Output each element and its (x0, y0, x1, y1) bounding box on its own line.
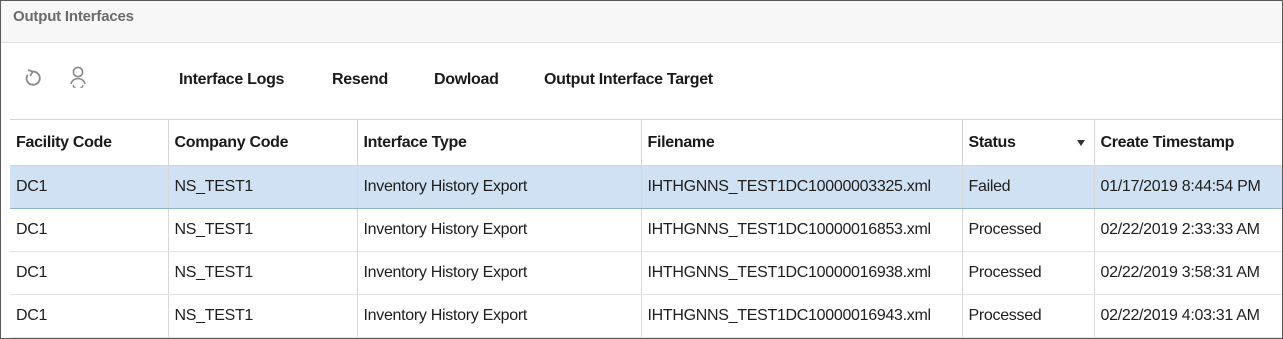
refresh-icon[interactable] (20, 65, 46, 91)
cell-create-timestamp: 02/22/2019 4:03:31 AM (1094, 294, 1282, 338)
column-header-company-code[interactable]: Company Code (168, 120, 358, 166)
title-bar: Output Interfaces (1, 1, 1282, 43)
table-row[interactable]: DC1 NS_TEST1 Inventory History Export IH… (10, 294, 1282, 338)
cell-interface-type: Inventory History Export (357, 251, 642, 295)
cell-create-timestamp: 01/17/2019 8:44:54 PM (1094, 165, 1282, 209)
cell-status: Failed (962, 165, 1095, 209)
download-button[interactable]: Dowload (434, 71, 499, 89)
table-row[interactable]: DC1 NS_TEST1 Inventory History Export IH… (10, 208, 1282, 252)
cell-create-timestamp: 02/22/2019 2:33:33 AM (1094, 208, 1282, 252)
cell-company-code: NS_TEST1 (168, 294, 358, 338)
cell-status: Processed (962, 294, 1095, 338)
cell-status: Processed (962, 208, 1095, 252)
cell-facility-code: DC1 (10, 208, 169, 252)
output-interface-target-button[interactable]: Output Interface Target (544, 71, 713, 89)
cell-company-code: NS_TEST1 (168, 208, 358, 252)
cell-company-code: NS_TEST1 (168, 165, 358, 209)
interfaces-table-container: Facility Code Company Code Interface Typ… (10, 119, 1282, 338)
table-header-row: Facility Code Company Code Interface Typ… (10, 120, 1282, 166)
cell-interface-type: Inventory History Export (357, 294, 642, 338)
resend-button[interactable]: Resend (332, 71, 388, 89)
table-row[interactable]: DC1 NS_TEST1 Inventory History Export IH… (10, 251, 1282, 295)
sort-down-icon[interactable] (1076, 140, 1085, 146)
column-header-create-timestamp[interactable]: Create Timestamp (1094, 120, 1282, 166)
column-header-status-label: Status (968, 133, 1016, 151)
cell-status: Processed (962, 251, 1095, 295)
table-row[interactable]: DC1 NS_TEST1 Inventory History Export IH… (10, 165, 1282, 209)
cell-filename: IHTHGNNS_TEST1DC10000016943.xml (641, 294, 963, 338)
cell-facility-code: DC1 (10, 294, 169, 338)
cell-create-timestamp: 02/22/2019 3:58:31 AM (1094, 251, 1282, 295)
column-header-facility-code[interactable]: Facility Code (10, 120, 169, 166)
column-header-interface-type[interactable]: Interface Type (357, 120, 642, 166)
output-interfaces-panel: Output Interfaces Interface Logs Resend … (0, 0, 1283, 339)
cell-filename: IHTHGNNS_TEST1DC10000003325.xml (641, 165, 963, 209)
cell-interface-type: Inventory History Export (357, 208, 642, 252)
interface-logs-button[interactable]: Interface Logs (179, 71, 284, 89)
cell-facility-code: DC1 (10, 251, 169, 295)
interfaces-table: Facility Code Company Code Interface Typ… (10, 120, 1282, 338)
page-title: Output Interfaces (13, 8, 134, 25)
toolbar: Interface Logs Resend Dowload Output Int… (1, 43, 1282, 119)
user-search-icon[interactable] (65, 65, 91, 91)
cell-filename: IHTHGNNS_TEST1DC10000016853.xml (641, 208, 963, 252)
cell-company-code: NS_TEST1 (168, 251, 358, 295)
cell-facility-code: DC1 (10, 165, 169, 209)
cell-filename: IHTHGNNS_TEST1DC10000016938.xml (641, 251, 963, 295)
column-header-filename[interactable]: Filename (641, 120, 963, 166)
column-header-status[interactable]: Status (962, 120, 1095, 166)
cell-interface-type: Inventory History Export (357, 165, 642, 209)
